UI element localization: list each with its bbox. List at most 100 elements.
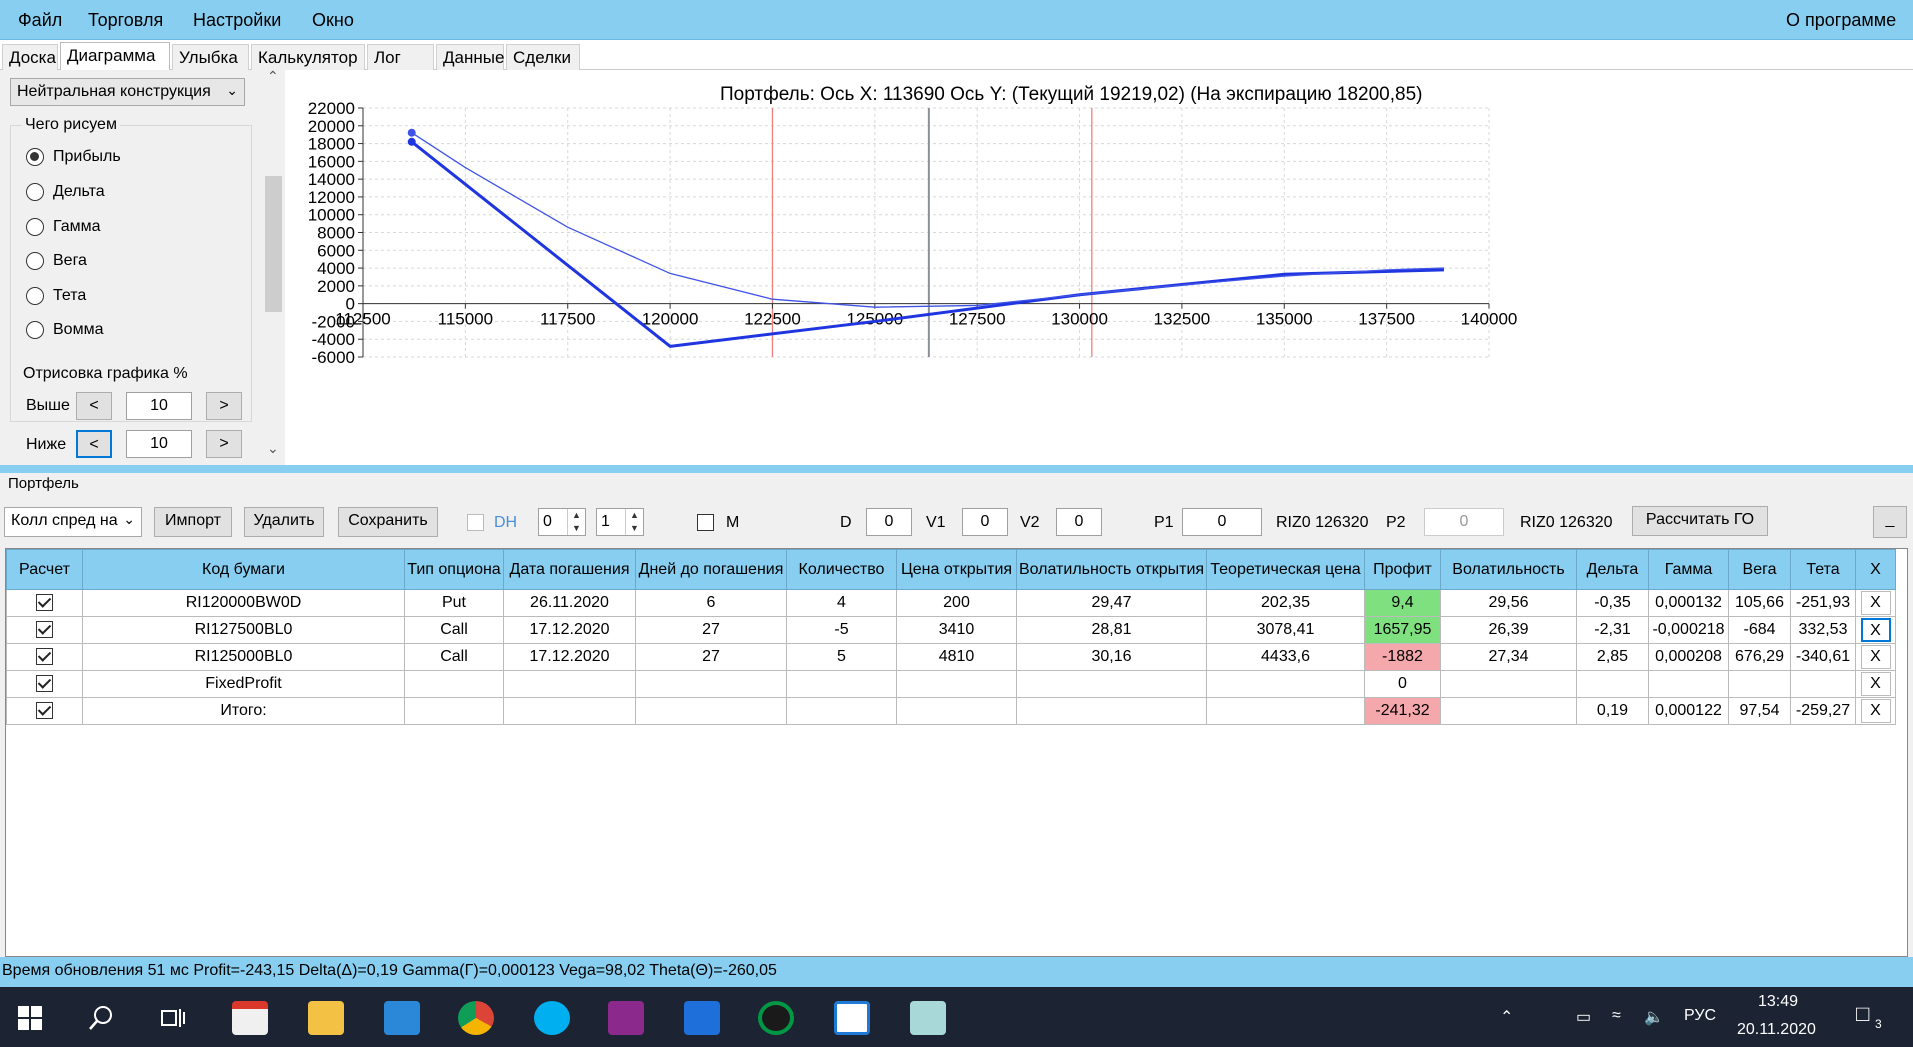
cell-theo[interactable]: 3078,41: [1206, 616, 1365, 644]
cell-theta[interactable]: -259,27: [1790, 697, 1856, 725]
scroll-down-icon[interactable]: ⌄: [267, 440, 279, 457]
skype-icon[interactable]: [534, 1001, 570, 1035]
above-decrease-button[interactable]: <: [76, 392, 112, 420]
scroll-thumb[interactable]: [265, 176, 282, 312]
splitter[interactable]: [0, 465, 1913, 473]
cell-days[interactable]: [635, 670, 787, 698]
col-header-theo[interactable]: Теоретическая цена: [1206, 549, 1365, 590]
cell-code[interactable]: Итого:: [82, 697, 405, 725]
remove-row-button[interactable]: X: [1860, 591, 1891, 615]
cell-qty[interactable]: 5: [786, 643, 897, 671]
cell-delta[interactable]: 2,85: [1576, 643, 1649, 671]
cell-profit[interactable]: -1882: [1364, 643, 1441, 671]
cell-price[interactable]: [896, 697, 1017, 725]
dh-checkbox[interactable]: [467, 514, 484, 531]
cell-profit[interactable]: -241,32: [1364, 697, 1441, 725]
col-header-gamma[interactable]: Гамма: [1648, 549, 1729, 590]
radio-gamma[interactable]: Гамма: [26, 215, 101, 239]
cell-open-vol[interactable]: 30,16: [1016, 643, 1207, 671]
tab-deals[interactable]: Сделки: [506, 44, 580, 70]
cell-code[interactable]: RI120000BW0D: [82, 589, 405, 617]
cell-price[interactable]: 3410: [896, 616, 1017, 644]
cell-vol[interactable]: [1440, 670, 1577, 698]
col-header-price[interactable]: Цена открытия: [896, 549, 1017, 590]
minimize-panel-button[interactable]: _: [1873, 506, 1907, 538]
row-calc-checkbox[interactable]: [36, 621, 53, 639]
menu-window[interactable]: Окно: [312, 10, 354, 31]
col-header-days[interactable]: Дней до погашения: [635, 549, 787, 590]
col-header-vol[interactable]: Волатильность: [1440, 549, 1577, 590]
cell-theo[interactable]: [1206, 670, 1365, 698]
cell-type[interactable]: [404, 697, 504, 725]
cell-theo[interactable]: 202,35: [1206, 589, 1365, 617]
cell-days[interactable]: 27: [635, 616, 787, 644]
qlik-icon[interactable]: [758, 1001, 794, 1035]
language-indicator[interactable]: РУС: [1684, 1007, 1716, 1025]
clock-time[interactable]: 13:49: [1758, 993, 1798, 1011]
m-checkbox[interactable]: [697, 514, 714, 531]
trading-chart-icon[interactable]: [834, 1001, 870, 1035]
cell-gamma[interactable]: [1648, 670, 1729, 698]
cell-vega[interactable]: 105,66: [1728, 589, 1791, 617]
store-icon[interactable]: [232, 1001, 268, 1035]
video-icon[interactable]: [684, 1001, 720, 1035]
d-input[interactable]: 0: [866, 508, 912, 536]
cell-price[interactable]: [896, 670, 1017, 698]
col-header-vega[interactable]: Вега: [1728, 549, 1791, 590]
tab-smile[interactable]: Улыбка: [172, 44, 249, 70]
row-calc-checkbox[interactable]: [36, 594, 53, 612]
menu-trade[interactable]: Торговля: [88, 10, 163, 31]
cell-date[interactable]: 26.11.2020: [503, 589, 636, 617]
radio-vomma[interactable]: Вомма: [26, 318, 103, 342]
col-header-code[interactable]: Код бумаги: [82, 549, 405, 590]
row-calc-checkbox[interactable]: [36, 675, 53, 693]
mail-icon[interactable]: [384, 1001, 420, 1035]
p1-input[interactable]: 0: [1182, 508, 1262, 536]
spin-arrows-icon[interactable]: ▲ ▼: [567, 509, 585, 535]
calculate-margin-button[interactable]: Рассчитать ГО: [1632, 506, 1768, 536]
cell-open-vol[interactable]: 29,47: [1016, 589, 1207, 617]
cell-gamma[interactable]: -0,000218: [1648, 616, 1729, 644]
col-header-calc[interactable]: Расчет: [6, 549, 83, 590]
cell-theo[interactable]: [1206, 697, 1365, 725]
v1-input[interactable]: 0: [962, 508, 1008, 536]
col-header-qty[interactable]: Количество: [786, 549, 897, 590]
table-row[interactable]: RI125000BL0 Call 17.12.2020 27 5 4810 30,16 443…: [6, 643, 1896, 671]
cell-gamma[interactable]: 0,000208: [1648, 643, 1729, 671]
clock-date[interactable]: 20.11.2020: [1737, 1021, 1816, 1039]
cell-theta[interactable]: 332,53: [1790, 616, 1856, 644]
cell-code[interactable]: RI127500BL0: [82, 616, 405, 644]
cell-vol[interactable]: [1440, 697, 1577, 725]
tab-calculator[interactable]: Калькулятор: [251, 44, 365, 70]
cell-delta[interactable]: -0,35: [1576, 589, 1649, 617]
notes-icon[interactable]: [910, 1001, 946, 1035]
cell-date[interactable]: 17.12.2020: [503, 616, 636, 644]
strategy-select[interactable]: Колл спред на ⌄: [4, 507, 142, 537]
col-header-type[interactable]: Тип опциона: [404, 549, 504, 590]
menu-about[interactable]: О программе: [1786, 10, 1896, 31]
cell-price[interactable]: 200: [896, 589, 1017, 617]
notifications-icon[interactable]: □: [1856, 1001, 1869, 1027]
col-header-profit[interactable]: Профит: [1364, 549, 1441, 590]
remove-row-button[interactable]: X: [1860, 672, 1891, 696]
cell-date[interactable]: [503, 670, 636, 698]
tab-data[interactable]: Данные: [436, 44, 504, 70]
above-value-input[interactable]: 10: [126, 392, 192, 420]
explorer-icon[interactable]: [308, 1001, 344, 1035]
search-icon[interactable]: [88, 1005, 114, 1031]
cell-days[interactable]: 6: [635, 589, 787, 617]
col-header-delta[interactable]: Дельта: [1576, 549, 1649, 590]
cell-vega[interactable]: 676,29: [1728, 643, 1791, 671]
radio-vega[interactable]: Вега: [26, 249, 87, 273]
cell-delta[interactable]: 0,19: [1576, 697, 1649, 725]
col-header-theta[interactable]: Тета: [1790, 549, 1856, 590]
cell-open-vol[interactable]: [1016, 670, 1207, 698]
cell-type[interactable]: Call: [404, 616, 504, 644]
cell-qty[interactable]: -5: [786, 616, 897, 644]
cell-vega[interactable]: [1728, 670, 1791, 698]
cell-type[interactable]: [404, 670, 504, 698]
below-value-input[interactable]: 10: [126, 430, 192, 458]
remove-row-button[interactable]: X: [1860, 645, 1891, 669]
task-view-icon[interactable]: [160, 1007, 186, 1029]
delete-button[interactable]: Удалить: [244, 507, 324, 537]
